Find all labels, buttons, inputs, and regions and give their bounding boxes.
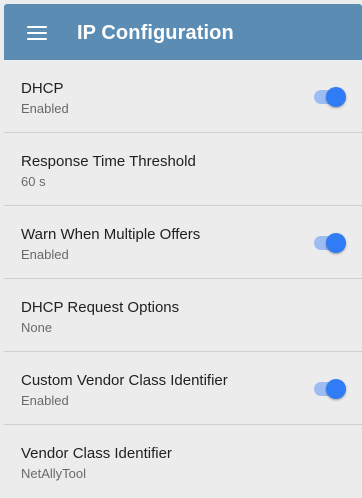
setting-row-dhcp[interactable]: DHCP Enabled: [4, 60, 362, 133]
app-bar: IP Configuration: [4, 4, 362, 60]
settings-list: DHCP Enabled Response Time Threshold 60 …: [4, 60, 362, 498]
setting-row-warn-multiple-offers[interactable]: Warn When Multiple Offers Enabled: [4, 206, 362, 279]
custom-vendor-class-toggle[interactable]: [314, 379, 346, 399]
setting-value: None: [21, 320, 53, 335]
setting-value: NetAllyTool: [21, 466, 87, 481]
toggle-thumb: [326, 233, 346, 253]
setting-label: Warn When Multiple Offers: [21, 226, 201, 243]
dhcp-toggle[interactable]: [314, 87, 346, 107]
setting-row-custom-vendor-class-identifier[interactable]: Custom Vendor Class Identifier Enabled: [4, 352, 362, 425]
setting-label: Vendor Class Identifier: [21, 445, 172, 462]
setting-label: DHCP Request Options: [21, 299, 180, 316]
setting-row-dhcp-request-options[interactable]: DHCP Request Options None: [4, 279, 362, 352]
setting-label: Custom Vendor Class Identifier: [21, 372, 228, 389]
setting-label: DHCP: [21, 80, 64, 97]
setting-value: 60 s: [21, 174, 46, 189]
hamburger-menu-icon[interactable]: [27, 26, 47, 40]
setting-row-response-time-threshold[interactable]: Response Time Threshold 60 s: [4, 133, 362, 206]
toggle-thumb: [326, 379, 346, 399]
setting-value: Enabled: [21, 393, 69, 408]
setting-value: Enabled: [21, 101, 69, 116]
setting-label: Response Time Threshold: [21, 153, 196, 170]
setting-value: Enabled: [21, 247, 69, 262]
warn-multiple-offers-toggle[interactable]: [314, 233, 346, 253]
setting-row-vendor-class-identifier[interactable]: Vendor Class Identifier NetAllyTool: [4, 425, 362, 498]
screen: IP Configuration DHCP Enabled Response T…: [0, 0, 362, 498]
page-title: IP Configuration: [77, 22, 234, 44]
toggle-thumb: [326, 87, 346, 107]
